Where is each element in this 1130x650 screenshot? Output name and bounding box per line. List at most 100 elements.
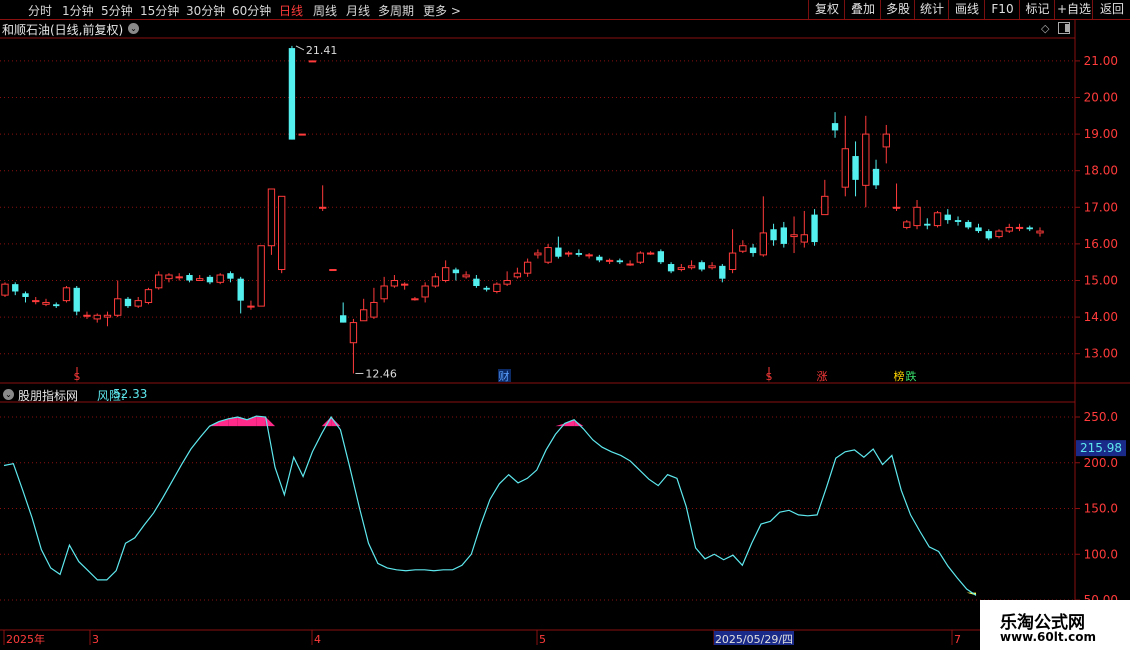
candle-body	[995, 230, 1003, 238]
date-axis-label: 5	[539, 633, 546, 646]
candle-body	[985, 231, 992, 239]
candle-body	[770, 229, 777, 241]
candle-body	[247, 305, 255, 308]
candle-body	[657, 251, 665, 263]
candle-body	[646, 252, 655, 255]
date-cursor-label: 2025/05/29/四	[715, 633, 793, 646]
candle-body	[227, 273, 234, 279]
candle-body	[975, 227, 982, 232]
candle-body	[114, 298, 122, 316]
candle-body	[288, 48, 296, 140]
high-arrow	[295, 45, 305, 51]
candle-body	[196, 278, 204, 282]
candle-body	[298, 133, 306, 136]
candle-body	[411, 298, 419, 301]
candle-body	[728, 252, 737, 271]
candle-body	[493, 283, 501, 292]
candle-body	[585, 254, 593, 257]
candle-body	[206, 276, 214, 283]
candle-body	[53, 304, 60, 307]
candle-body	[605, 259, 614, 262]
candle-body	[308, 60, 317, 63]
candle-body	[22, 293, 29, 297]
candle-body	[862, 133, 870, 186]
candle-body	[719, 265, 726, 279]
candle-body	[267, 188, 276, 247]
candle-body	[339, 315, 347, 323]
price-axis-label: 15.00	[1084, 274, 1118, 288]
candle-body	[359, 309, 368, 322]
candle-body	[534, 252, 542, 256]
candle-body	[1, 283, 9, 296]
candle-body	[175, 276, 183, 279]
indicator-source: 股朋指标网	[18, 389, 79, 403]
candle-body	[739, 245, 747, 252]
event-marker: 财	[499, 369, 510, 383]
watermark: 乐淘公式网 www.60lt.com	[980, 600, 1130, 650]
event-marker: $	[766, 370, 773, 383]
chevron-down-icon[interactable]: ⌄	[3, 389, 14, 400]
candle-body	[318, 206, 327, 209]
candle-body	[144, 289, 153, 303]
candle-body	[1036, 230, 1044, 234]
event-marker: 跌	[906, 369, 917, 383]
candle-body	[821, 195, 829, 216]
candle-body	[452, 269, 460, 274]
price-axis-label: 13.00	[1084, 347, 1118, 361]
candle-body	[62, 287, 71, 302]
risk-high-fill	[256, 416, 266, 427]
candle-body	[800, 234, 808, 243]
candle-body	[186, 275, 193, 281]
event-marker: $	[74, 370, 81, 383]
candle-body	[462, 274, 470, 278]
candle-body	[329, 269, 337, 272]
candle-body	[278, 195, 286, 271]
candle-body	[12, 284, 19, 292]
indicator-axis-label: 200.0	[1084, 456, 1118, 470]
candle-body	[257, 245, 265, 307]
candle-body	[93, 314, 101, 320]
candle-body	[523, 261, 532, 274]
candle-body	[616, 260, 624, 263]
candle-body	[1015, 226, 1024, 229]
candle-body	[216, 274, 224, 283]
candle-body	[564, 252, 573, 255]
candle-body	[349, 322, 358, 344]
candle-body	[596, 256, 603, 261]
date-axis-label: 3	[92, 633, 99, 646]
price-axis-label: 16.00	[1084, 237, 1118, 251]
candle-body	[555, 247, 562, 257]
candle-body	[513, 272, 522, 278]
event-marker: 榜	[894, 369, 905, 383]
candle-body	[400, 283, 409, 286]
candle-body	[134, 300, 142, 307]
candle-body	[155, 274, 163, 289]
price-axis-label: 14.00	[1084, 310, 1118, 324]
candle-body	[626, 263, 634, 266]
candle-body	[903, 221, 911, 228]
candle-body	[677, 267, 686, 271]
candle-body	[708, 265, 716, 269]
candle-body	[944, 214, 951, 221]
candle-body	[380, 285, 388, 300]
indicator-axis-label: 250.0	[1084, 410, 1118, 424]
candle-body	[872, 168, 880, 186]
candle-body	[370, 301, 378, 318]
stock-chart[interactable]: 21.00 20.00 19.00 18.00 17.00 16.00 15.00 14.00…	[0, 0, 1130, 650]
candle-body	[667, 264, 675, 272]
candle-body	[749, 247, 757, 254]
candle-body	[483, 287, 490, 290]
candle-body	[441, 267, 450, 282]
date-axis-label: 7	[954, 633, 961, 646]
price-axis-label: 19.00	[1084, 127, 1118, 141]
indicator-value: 52.33	[113, 387, 148, 401]
candle-body	[473, 278, 480, 286]
candle-body	[636, 252, 645, 263]
candle-body	[892, 206, 901, 209]
candle-body	[503, 280, 511, 285]
candle-body	[759, 232, 767, 256]
low-label: 12.46	[365, 367, 397, 380]
date-axis-label: 4	[314, 633, 321, 646]
price-axis-label: 21.00	[1084, 54, 1118, 68]
candle-body	[933, 212, 942, 227]
